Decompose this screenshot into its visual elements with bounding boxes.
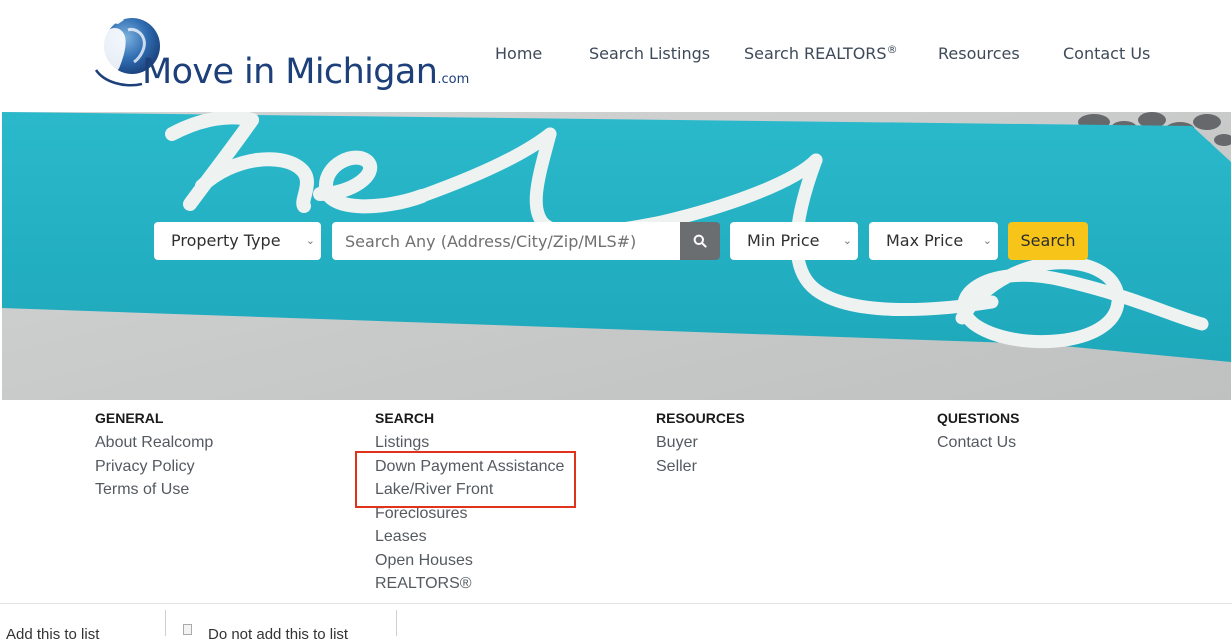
footer-link-listings[interactable]: Listings (375, 431, 564, 455)
max-price-value: Max Price (886, 231, 964, 250)
nav-home[interactable]: Home (495, 44, 542, 63)
footer-link-open-houses[interactable]: Open Houses (375, 549, 564, 573)
footer-link-list: Contact Us (937, 431, 1019, 455)
footer-link-contact-us[interactable]: Contact Us (937, 431, 1019, 455)
footer-link-terms-of-use[interactable]: Terms of Use (95, 478, 213, 502)
nav-search-realtors[interactable]: Search REALTORS® (744, 43, 898, 63)
hero-banner: Property Type ⌄ Min Price ⌄ Max Price ⌄ … (2, 112, 1231, 400)
min-price-select[interactable]: Min Price ⌄ (730, 222, 858, 260)
logo-wordmark: Move in Michigan.com (142, 52, 469, 92)
footer-heading: QUESTIONS (937, 410, 1020, 426)
nav-contact-us[interactable]: Contact Us (1063, 44, 1150, 63)
logo-text: Move in Michigan (142, 52, 438, 92)
search-icon (693, 234, 707, 248)
min-price-value: Min Price (747, 231, 820, 250)
chevron-down-icon: ⌄ (305, 234, 315, 247)
search-input[interactable] (332, 222, 680, 260)
nav-label: Search Listings (589, 44, 711, 63)
chevron-down-icon: ⌄ (842, 234, 852, 247)
nav-label: Search REALTORS (744, 44, 887, 63)
footer-heading: GENERAL (95, 410, 164, 426)
property-type-select[interactable]: Property Type ⌄ (154, 222, 321, 260)
footer-column-general: GENERAL About Realcomp Privacy Policy Te… (95, 410, 213, 502)
do-not-add-label[interactable]: Do not add this to list (208, 626, 348, 642)
page: Move in Michigan.com Home Search Listing… (0, 0, 1232, 642)
registered-mark: ® (886, 43, 898, 56)
document-icon (183, 624, 192, 635)
footer-column-resources: RESOURCES Buyer Seller (656, 410, 745, 478)
footer-link-list: Buyer Seller (656, 431, 745, 478)
search-icon-button[interactable] (680, 222, 720, 260)
property-type-value: Property Type (171, 231, 281, 250)
footer-column-questions: QUESTIONS Contact Us (937, 410, 1019, 455)
footer-link-about-realcomp[interactable]: About Realcomp (95, 431, 213, 455)
property-search-bar: Property Type ⌄ Min Price ⌄ Max Price ⌄ … (2, 222, 1231, 260)
nav-label: Contact Us (1063, 44, 1151, 63)
nav-label: Resources (938, 44, 1020, 63)
footer-link-list: About Realcomp Privacy Policy Terms of U… (95, 431, 213, 502)
footer-link-foreclosures[interactable]: Foreclosures (375, 502, 564, 526)
footer-link-lake-river-front[interactable]: Lake/River Front (375, 478, 564, 502)
footer-link-list: Listings Down Payment Assistance Lake/Ri… (375, 431, 564, 596)
nav-search-listings[interactable]: Search Listings (589, 44, 710, 63)
site-logo[interactable]: Move in Michigan.com (94, 12, 469, 100)
add-to-list-label[interactable]: Add this to list (6, 626, 99, 642)
bottom-toolbar: Add this to list Do not add this to list (0, 604, 1232, 642)
footer-link-realtors[interactable]: REALTORS® (375, 572, 564, 596)
chevron-down-icon: ⌄ (982, 234, 992, 247)
divider (396, 610, 397, 636)
footer-links: GENERAL About Realcomp Privacy Policy Te… (0, 400, 1232, 604)
max-price-select[interactable]: Max Price ⌄ (869, 222, 998, 260)
nav-resources[interactable]: Resources (938, 44, 1020, 63)
nav-label: Home (495, 44, 543, 63)
site-header: Move in Michigan.com Home Search Listing… (0, 0, 1232, 112)
footer-link-down-payment-assistance[interactable]: Down Payment Assistance (375, 455, 564, 479)
footer-link-leases[interactable]: Leases (375, 525, 564, 549)
divider (165, 610, 166, 636)
footer-link-privacy-policy[interactable]: Privacy Policy (95, 455, 213, 479)
footer-link-buyer[interactable]: Buyer (656, 431, 745, 455)
logo-suffix: .com (437, 72, 470, 87)
footer-link-seller[interactable]: Seller (656, 455, 745, 479)
footer-heading: SEARCH (375, 410, 435, 426)
search-button[interactable]: Search (1008, 222, 1088, 260)
footer-column-search: SEARCH Listings Down Payment Assistance … (375, 410, 564, 596)
footer-heading: RESOURCES (656, 410, 745, 426)
